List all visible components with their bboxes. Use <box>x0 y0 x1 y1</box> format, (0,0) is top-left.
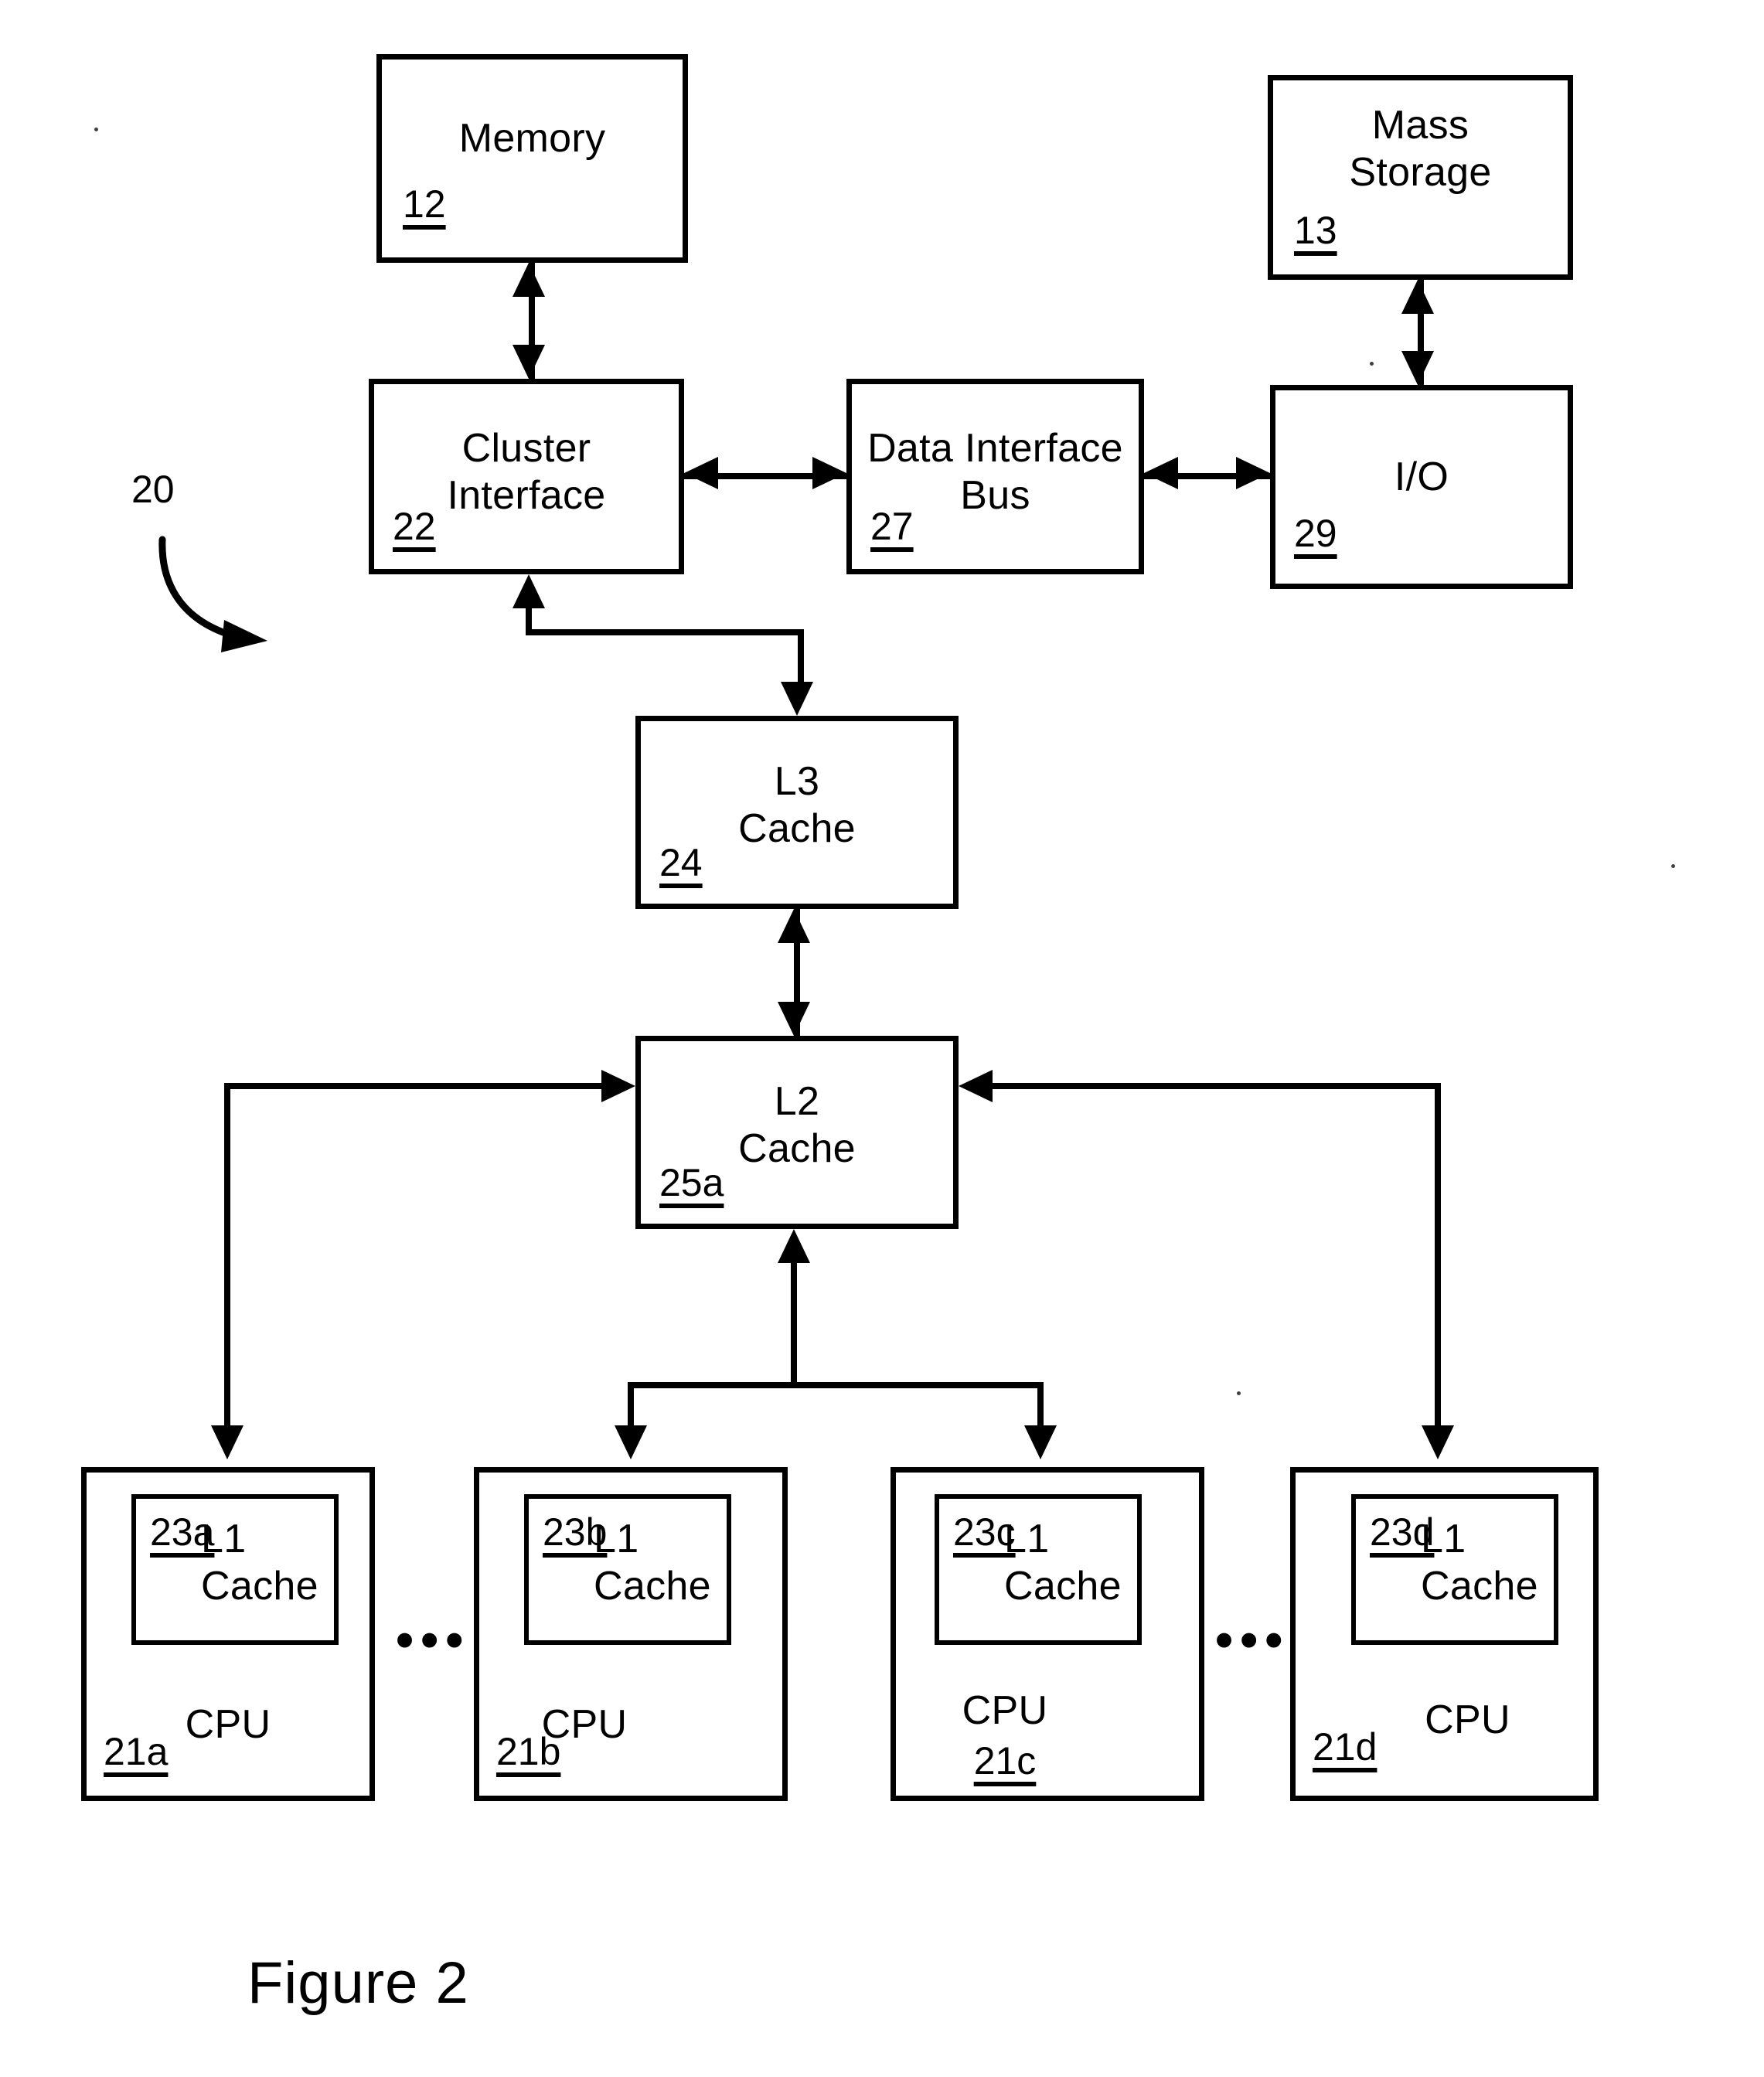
arrowhead-to-cpu-21a <box>211 1425 243 1459</box>
arrowhead-to-cluster-interface <box>684 457 718 489</box>
block-l1-cache-23b: 23b L1 Cache <box>524 1494 731 1645</box>
block-cpu-21c: 23c L1 Cache CPU 21c <box>891 1467 1204 1801</box>
block-memory-label: Memory <box>458 116 606 161</box>
figure-caption: Figure 2 <box>247 1950 469 2016</box>
arrowhead-to-data-interface-bus-from-io <box>1144 457 1178 489</box>
ellipsis-cpu-group-2: ••• <box>1215 1611 1290 1668</box>
scan-speck <box>1671 864 1675 868</box>
arrowhead-to-memory <box>513 263 545 297</box>
block-l2-cache-label: L2 Cache <box>738 1079 856 1172</box>
block-cpu-21d: 23d L1 Cache CPU 21d <box>1290 1467 1599 1801</box>
block-memory-ref: 12 <box>403 182 446 226</box>
arrowhead-to-cpu-21d <box>1422 1425 1454 1459</box>
arrowhead-to-cluster-interface-from-l3 <box>513 574 545 608</box>
block-l1-cache-23a-label: L1 Cache <box>201 1517 318 1609</box>
block-data-interface-bus-ref: 27 <box>870 505 914 548</box>
connector-l3-cluster-down <box>798 629 804 682</box>
arrowhead-to-cpu-21b <box>615 1425 647 1459</box>
arrowhead-to-l3-cache <box>781 682 813 716</box>
block-cluster-interface-ref: 22 <box>393 505 436 548</box>
connector-l2-middle-stem <box>791 1263 797 1387</box>
connector-l2-middle-bar <box>628 1382 1044 1388</box>
arrowhead-to-io <box>1236 457 1270 489</box>
block-l3-cache-ref: 24 <box>659 841 703 884</box>
arrowhead-to-l2-cache-from-l3 <box>778 1002 810 1036</box>
arrowhead-to-io-from-mass-storage <box>1401 351 1434 385</box>
block-l1-cache-23c-label: L1 Cache <box>1004 1517 1122 1609</box>
block-mass-storage-label: Mass Storage <box>1349 103 1492 196</box>
block-cpu-21d-label: CPU <box>1425 1697 1510 1742</box>
block-io-label: I/O <box>1394 455 1449 499</box>
block-l1-cache-23d: 23d L1 Cache <box>1351 1494 1558 1645</box>
block-cpu-21c-label: CPU <box>962 1688 1048 1733</box>
block-data-interface-bus: Data Interface Bus 27 <box>846 379 1144 574</box>
block-cpu-21a-ref: 21a <box>104 1730 169 1773</box>
block-l3-cache: L3 Cache 24 <box>635 716 959 909</box>
scan-speck <box>1237 1391 1241 1395</box>
patent-figure-2: 20 Memory 12 Mass Storage 13 Cluster Int… <box>0 0 1764 2077</box>
block-mass-storage: Mass Storage 13 <box>1268 75 1573 280</box>
block-l1-cache-23a: 23a L1 Cache <box>131 1494 339 1645</box>
system-reference-arrow <box>158 536 267 652</box>
connector-l2-cpu21d-leg <box>1435 1083 1441 1425</box>
connector-l2-cpu21c-leg <box>1037 1382 1044 1425</box>
connector-l3-cluster-bar <box>526 629 804 635</box>
arrowhead-to-l3-cache-from-l2 <box>778 909 810 943</box>
arrowhead-to-mass-storage <box>1401 280 1434 314</box>
connector-l2-cpu21d-bar <box>993 1083 1441 1089</box>
block-cpu-21b: 23b L1 Cache CPU 21b <box>474 1467 788 1801</box>
block-cpu-21d-ref: 21d <box>1313 1725 1377 1769</box>
system-reference-label: 20 <box>131 468 175 511</box>
arrowhead-to-data-interface-bus <box>812 457 846 489</box>
block-l1-cache-23c: 23c L1 Cache <box>935 1494 1142 1645</box>
block-io-ref: 29 <box>1294 512 1337 555</box>
scan-speck <box>1370 362 1374 366</box>
scan-speck <box>94 128 98 131</box>
connector-l2-cpu21a-leg <box>224 1083 230 1425</box>
block-mass-storage-ref: 13 <box>1294 209 1337 252</box>
connector-l2-cpu21b-leg <box>628 1382 634 1425</box>
block-l2-cache: L2 Cache 25a <box>635 1036 959 1229</box>
arrowhead-to-l2-cache-from-cpu-21d <box>959 1070 993 1102</box>
block-cluster-interface: Cluster Interface 22 <box>369 379 684 574</box>
ellipsis-cpu-group-1: ••• <box>396 1611 471 1668</box>
arrowhead-to-cpu-21c <box>1024 1425 1057 1459</box>
block-cpu-21b-ref: 21b <box>496 1730 561 1773</box>
block-cpu-21c-ref: 21c <box>973 1739 1037 1782</box>
block-cpu-21a: 23a L1 Cache CPU 21a <box>81 1467 375 1801</box>
arrowhead-to-cluster-from-memory <box>513 345 545 379</box>
arrowhead-to-l2-cache-from-cpu-21a <box>601 1070 635 1102</box>
block-l1-cache-23d-label: L1 Cache <box>1421 1517 1538 1609</box>
arrowhead-to-l2-cache-from-cpu-middle <box>778 1229 810 1263</box>
connector-l2-cpu21a-bar <box>224 1083 604 1089</box>
block-l2-cache-ref: 25a <box>659 1161 724 1204</box>
block-memory: Memory 12 <box>376 54 688 263</box>
block-io: I/O 29 <box>1270 385 1573 589</box>
block-l3-cache-label: L3 Cache <box>738 759 856 852</box>
block-l1-cache-23b-label: L1 Cache <box>594 1517 711 1609</box>
